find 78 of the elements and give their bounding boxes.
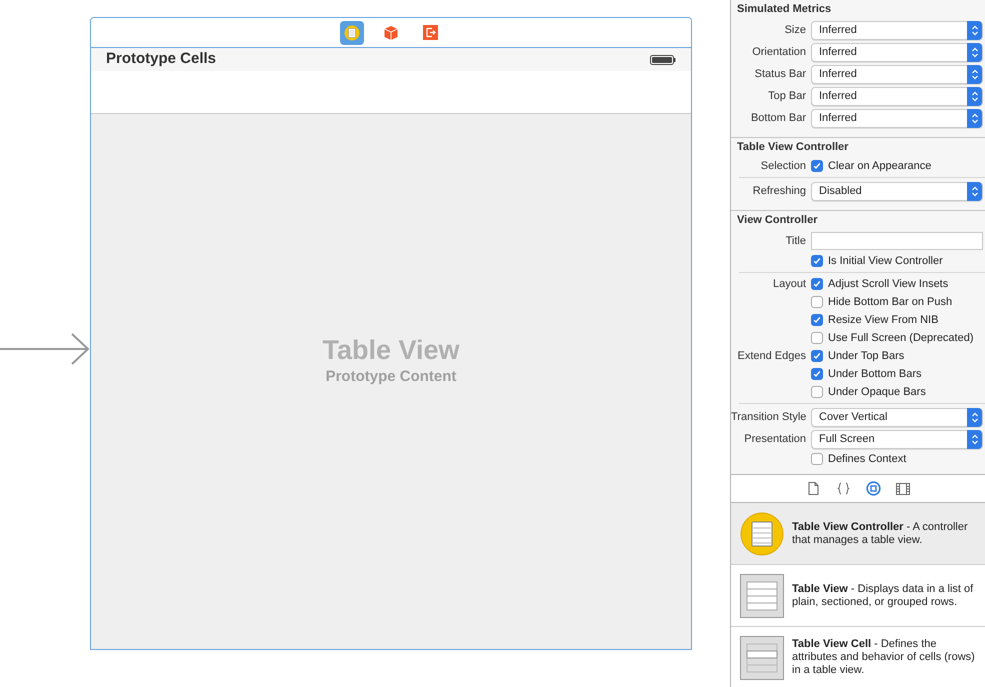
section-header: Simulated Metrics: [737, 2, 832, 18]
dock-button[interactable]: [340, 20, 364, 44]
nav-title: Prototype Cells: [106, 49, 216, 70]
popup-button[interactable]: Inferred: [811, 64, 983, 84]
checkbox[interactable]: [811, 350, 823, 362]
controller-icon: [740, 512, 784, 556]
library-item[interactable]: Table View Controller - A controller that manages a table view.: [731, 503, 985, 565]
checkbox-label[interactable]: Hide Bottom Bar on Push: [828, 294, 952, 310]
field-label: Transition Style: [731, 410, 806, 423]
table-cell-icon: [740, 636, 784, 680]
table-icon: [740, 574, 784, 618]
field-label: Size: [784, 24, 806, 36]
popup-button[interactable]: Inferred: [811, 20, 983, 40]
checkbox[interactable]: [811, 278, 823, 290]
section-header: Table View Controller: [737, 140, 848, 156]
field-label: Bottom Bar: [750, 112, 806, 124]
checkbox-label[interactable]: Use Full Screen (Deprecated): [828, 330, 974, 346]
stepper-icon: [967, 64, 982, 84]
checkmark-icon: [813, 280, 821, 288]
input-field[interactable]: [811, 232, 983, 250]
popup-button[interactable]: Inferred: [811, 86, 983, 106]
section-header: View Controller: [737, 213, 818, 228]
stepper-icon: [967, 42, 982, 62]
checkbox[interactable]: [811, 332, 823, 344]
checkbox[interactable]: [811, 386, 823, 398]
controller-icon: [344, 24, 360, 40]
file-icon: [808, 482, 818, 495]
checkbox-label[interactable]: Adjust Scroll View Insets: [828, 276, 948, 292]
popup-button[interactable]: Disabled: [811, 182, 983, 200]
checkbox[interactable]: [811, 314, 823, 326]
field-label: Top Bar: [768, 90, 806, 102]
braces-icon: [836, 482, 850, 495]
field-label: Presentation: [744, 432, 806, 445]
stepper-icon: [967, 20, 982, 40]
checkbox[interactable]: [811, 255, 823, 267]
stepper-icon: [967, 408, 982, 426]
checkbox[interactable]: [811, 296, 823, 308]
placeholder-title: Table View: [322, 334, 460, 366]
checkbox[interactable]: [811, 453, 823, 465]
field-label: Selection: [760, 160, 806, 172]
arrow-icon: [0, 333, 90, 365]
exit-icon: [422, 25, 438, 40]
field-label: Extend Edges: [738, 350, 806, 362]
item-description: Table View Controller - A controller that manages a table view.: [792, 520, 969, 546]
popup-button[interactable]: Cover Vertical: [811, 408, 983, 426]
field-label: Refreshing: [752, 184, 806, 197]
checkbox-label[interactable]: Under Top Bars: [828, 348, 904, 364]
item-description: Table View - Displays data in a list of plain, sectioned, or grouped rows.: [792, 582, 974, 608]
popup-button[interactable]: Full Screen: [811, 430, 983, 448]
checkbox[interactable]: [811, 160, 823, 172]
checkbox-label[interactable]: Clear on Appearance: [828, 158, 932, 174]
checkmark-icon: [813, 370, 821, 378]
object-icon: [866, 481, 880, 496]
stepper-icon: [967, 430, 982, 448]
checkbox[interactable]: [811, 368, 823, 380]
popup-button[interactable]: Inferred: [811, 42, 983, 62]
film-icon: [896, 482, 910, 494]
checkbox-label[interactable]: Defines Context: [828, 450, 906, 468]
popup-button[interactable]: Inferred: [811, 108, 983, 128]
checkmark-icon: [813, 162, 821, 170]
cube-icon: [383, 24, 399, 40]
stepper-icon: [967, 182, 982, 200]
stepper-icon: [967, 86, 982, 106]
checkbox-label[interactable]: Under Bottom Bars: [828, 366, 922, 382]
placeholder-subtitle: Prototype Content: [326, 367, 456, 388]
checkbox-label[interactable]: Resize View From NIB: [828, 312, 938, 328]
field-label: Title: [786, 234, 806, 247]
field-label: Status Bar: [754, 68, 806, 80]
checkmark-icon: [813, 316, 821, 324]
item-description: Table View Cell - Defines the attributes and behavior of cells (rows) in a table view.: [792, 638, 976, 677]
checkmark-icon: [813, 352, 821, 360]
checkbox-label[interactable]: Under Opaque Bars: [828, 384, 926, 400]
checkmark-icon: [813, 257, 821, 265]
stepper-icon: [967, 108, 982, 128]
field-label: Layout: [772, 278, 806, 290]
checkbox-label[interactable]: Is Initial View Controller: [828, 252, 943, 270]
field-label: Orientation: [752, 46, 806, 58]
battery-icon: [650, 54, 676, 64]
